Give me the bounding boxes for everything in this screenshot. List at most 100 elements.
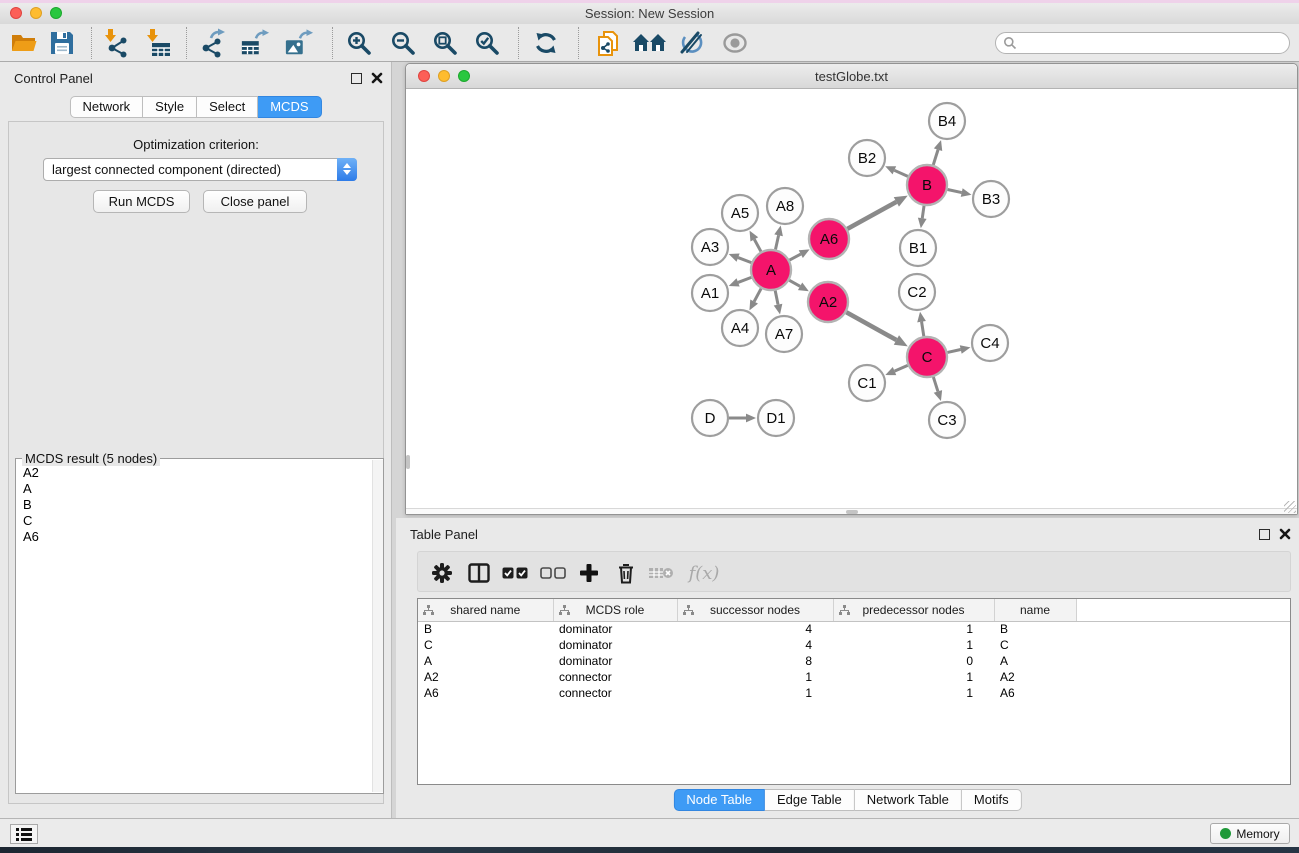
table-cell[interactable]: B <box>994 621 1076 637</box>
network-vscroll-thumb[interactable] <box>406 455 410 469</box>
search-input[interactable] <box>1017 36 1277 50</box>
graph-edge[interactable] <box>922 206 924 219</box>
column-header-name[interactable]: name <box>994 599 1076 621</box>
memory-button[interactable]: Memory <box>1210 823 1290 844</box>
network-window-titlebar[interactable]: testGlobe.txt <box>406 64 1297 89</box>
mcds-result-item[interactable]: A <box>23 481 383 497</box>
table-cell[interactable]: C <box>994 637 1076 653</box>
graph-edge[interactable] <box>754 239 761 251</box>
table-cell[interactable]: 4 <box>677 621 833 637</box>
table-cell[interactable]: 1 <box>833 621 994 637</box>
graph-edge[interactable] <box>789 280 800 286</box>
close-window-button[interactable] <box>10 7 22 19</box>
network-hscroll[interactable] <box>406 508 1297 514</box>
table-cell[interactable]: A2 <box>994 669 1076 685</box>
table-row[interactable]: Cdominator41C <box>418 637 1290 653</box>
table-cell[interactable]: 4 <box>677 637 833 653</box>
import-network-button[interactable] <box>100 28 130 58</box>
tab-mcds[interactable]: MCDS <box>258 96 321 118</box>
zoom-window-button[interactable] <box>50 7 62 19</box>
tab-style[interactable]: Style <box>143 96 197 118</box>
run-mcds-button[interactable]: Run MCDS <box>93 190 190 213</box>
import-table-button[interactable] <box>142 28 172 58</box>
column-header-successor-nodes[interactable]: successor nodes <box>677 599 833 621</box>
table-cell[interactable]: connector <box>553 685 677 701</box>
table-cell[interactable]: 8 <box>677 653 833 669</box>
table-cell[interactable]: A <box>418 653 553 669</box>
float-table-panel-icon[interactable] <box>1259 529 1270 540</box>
graph-edge[interactable] <box>754 289 761 302</box>
cybrowser-button[interactable] <box>632 28 668 58</box>
table-cell[interactable]: 1 <box>833 669 994 685</box>
create-column-button[interactable] <box>575 559 603 587</box>
show-column-button[interactable] <box>465 559 493 587</box>
export-image-button[interactable] <box>284 28 314 58</box>
network-close-button[interactable] <box>418 70 430 82</box>
refresh-view-button[interactable] <box>531 28 561 58</box>
show-panels-button[interactable] <box>720 28 750 58</box>
network-canvas[interactable]: B4B2BB3A8A5A6A3B1AA1C2A2A4A7C4CC1C3DD1 <box>406 89 1297 508</box>
zoom-selected-button[interactable] <box>472 28 502 58</box>
column-header-shared-name[interactable]: shared name <box>418 599 553 621</box>
search-field[interactable] <box>995 32 1290 54</box>
table-cell[interactable]: dominator <box>553 653 677 669</box>
table-cell[interactable]: dominator <box>553 637 677 653</box>
delete-column-button[interactable] <box>612 559 640 587</box>
graph-edge[interactable] <box>847 202 896 229</box>
unselect-all-columns-button[interactable] <box>539 559 567 587</box>
hide-panels-button[interactable] <box>676 28 706 58</box>
mcds-result-item[interactable]: C <box>23 513 383 529</box>
table-cell[interactable]: A6 <box>994 685 1076 701</box>
minimize-window-button[interactable] <box>30 7 42 19</box>
table-cell[interactable]: A6 <box>418 685 553 701</box>
graph-edge[interactable] <box>895 365 908 371</box>
table-row[interactable]: A2connector11A2 <box>418 669 1290 685</box>
zoom-out-button[interactable] <box>388 28 418 58</box>
graph-edge[interactable] <box>738 277 751 282</box>
graph-edge[interactable] <box>790 254 801 260</box>
float-panel-icon[interactable] <box>351 73 362 84</box>
table-cell[interactable]: C <box>418 637 553 653</box>
graph-edge[interactable] <box>922 322 924 337</box>
graph-edge[interactable] <box>775 291 778 305</box>
mcds-result-item[interactable]: A6 <box>23 529 383 545</box>
graph-edge[interactable] <box>775 235 778 249</box>
export-network-button[interactable] <box>198 28 228 58</box>
node-table[interactable]: shared nameMCDS rolesuccessor nodesprede… <box>417 598 1291 785</box>
table-cell[interactable]: 1 <box>833 637 994 653</box>
graph-edge[interactable] <box>933 377 938 391</box>
export-table-button[interactable] <box>240 28 270 58</box>
table-cell[interactable]: connector <box>553 669 677 685</box>
select-all-columns-button[interactable] <box>501 559 529 587</box>
close-table-panel-icon[interactable] <box>1279 528 1291 540</box>
graph-edge[interactable] <box>948 189 962 192</box>
mcds-list-scrollbar[interactable] <box>372 460 383 792</box>
table-cell[interactable]: B <box>418 621 553 637</box>
table-cell[interactable]: 1 <box>677 685 833 701</box>
task-history-button[interactable] <box>10 824 38 844</box>
column-header-MCDS-role[interactable]: MCDS role <box>553 599 677 621</box>
graph-edge[interactable] <box>738 258 751 263</box>
graph-edge[interactable] <box>933 150 938 165</box>
table-cell[interactable]: A <box>994 653 1076 669</box>
tab-node-table[interactable]: Node Table <box>673 789 765 811</box>
close-panel-icon[interactable] <box>371 72 383 84</box>
zoom-in-button[interactable] <box>344 28 374 58</box>
close-panel-button[interactable]: Close panel <box>203 190 307 213</box>
table-row[interactable]: A6connector11A6 <box>418 685 1290 701</box>
table-cell[interactable]: A2 <box>418 669 553 685</box>
open-session-button[interactable] <box>9 28 39 58</box>
network-zoom-button[interactable] <box>458 70 470 82</box>
graph-edge[interactable] <box>846 312 896 340</box>
zoom-fit-button[interactable] <box>430 28 460 58</box>
table-cell[interactable]: 0 <box>833 653 994 669</box>
tab-select[interactable]: Select <box>197 96 258 118</box>
mcds-result-item[interactable]: B <box>23 497 383 513</box>
table-cell[interactable]: dominator <box>553 621 677 637</box>
network-minimize-button[interactable] <box>438 70 450 82</box>
copy-network-button[interactable] <box>594 28 624 58</box>
criterion-dropdown[interactable]: largest connected component (directed) <box>43 158 357 181</box>
save-session-button[interactable] <box>47 28 77 58</box>
graph-edge[interactable] <box>947 350 960 353</box>
table-cell[interactable]: 1 <box>677 669 833 685</box>
